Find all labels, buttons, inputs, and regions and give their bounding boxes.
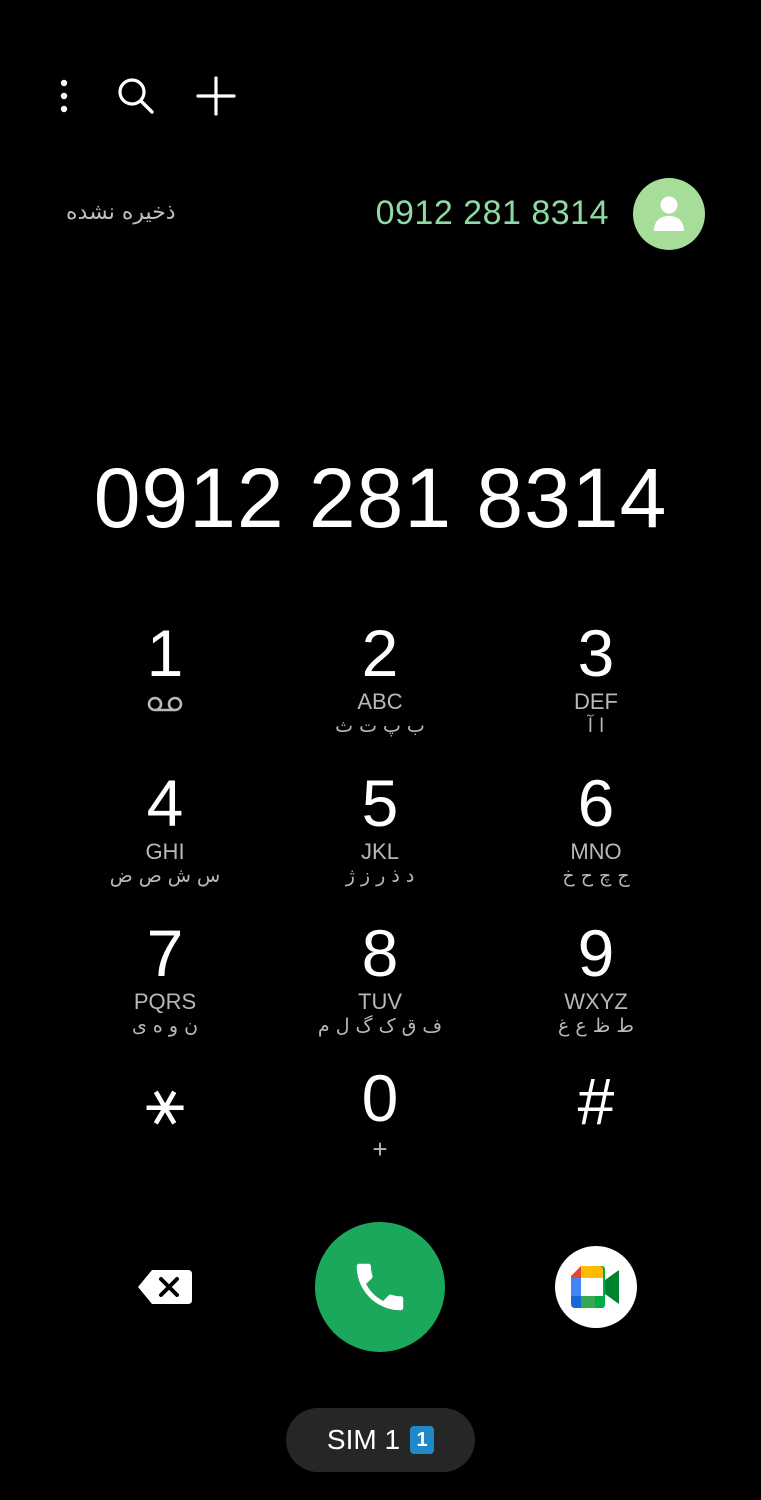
backspace-icon — [138, 1270, 192, 1304]
key-letters: GHI — [145, 839, 185, 864]
call-button[interactable] — [315, 1222, 445, 1352]
key-letters: TUV — [358, 989, 402, 1014]
key-digit: 4 — [146, 766, 184, 840]
key-letters: PQRS — [133, 989, 197, 1014]
person-icon — [654, 196, 684, 231]
add-contact-button[interactable] — [188, 68, 244, 124]
more-options-button[interactable] — [36, 68, 92, 124]
key-digit: 3 — [577, 616, 615, 690]
key-letters-fa: ن و ه ی — [131, 1015, 199, 1037]
key-digit: 9 — [577, 916, 615, 990]
key-digit: 0 — [361, 1061, 399, 1135]
key-letters: WXYZ — [564, 989, 628, 1014]
key-digit: # — [577, 1064, 615, 1138]
google-meet-icon — [571, 1266, 619, 1308]
key-letters-fa: د ذ ر ز ژ — [345, 865, 415, 887]
key-7[interactable]: 7 PQRS ن و ه ی — [65, 920, 265, 1060]
search-button[interactable] — [108, 68, 164, 124]
key-8[interactable]: 8 TUV ف ق ک گ ل م — [280, 920, 480, 1060]
key-digit: 8 — [361, 916, 399, 990]
key-letters-fa: س ش ص ض — [109, 865, 221, 887]
key-hash[interactable]: # — [496, 1068, 696, 1208]
key-digit: 1 — [146, 616, 184, 690]
key-5[interactable]: 5 JKL د ذ ر ز ژ — [280, 770, 480, 910]
key-letters: + — [372, 1134, 388, 1164]
sim-badge: 1 — [410, 1426, 435, 1454]
key-digit: ⚹ — [145, 1064, 185, 1138]
search-icon — [118, 78, 154, 114]
key-letters-fa: ج چ ح خ — [562, 865, 630, 887]
key-letters: DEF — [574, 689, 618, 714]
key-6[interactable]: 6 MNO ج چ ح خ — [496, 770, 696, 910]
key-0[interactable]: 0 + — [280, 1065, 480, 1205]
backspace-button[interactable] — [125, 1254, 205, 1320]
key-2[interactable]: 2 ABC ب پ ت ث — [280, 620, 480, 760]
dialed-number: 0912 281 8314 — [93, 451, 668, 545]
key-letters-fa: ا آ — [587, 715, 605, 737]
key-digit: 6 — [577, 766, 615, 840]
key-3[interactable]: 3 DEF ا آ — [496, 620, 696, 760]
suggested-number[interactable]: 0912 281 8314 — [376, 194, 609, 233]
key-letters: JKL — [361, 839, 399, 864]
video-call-button[interactable] — [555, 1246, 637, 1328]
sim-label: SIM 1 — [326, 1424, 401, 1455]
key-letters: ABC — [357, 689, 403, 714]
key-digit: 7 — [146, 916, 184, 990]
phone-icon — [356, 1263, 404, 1311]
key-letters: MNO — [570, 839, 622, 864]
more-vert-icon — [60, 79, 68, 113]
key-9[interactable]: 9 WXYZ ط ظ ع غ — [496, 920, 696, 1060]
key-digit: 5 — [361, 766, 399, 840]
key-4[interactable]: 4 GHI س ش ص ض — [65, 770, 265, 910]
key-star[interactable]: ⚹ — [65, 1068, 265, 1208]
key-1[interactable]: 1 — [65, 620, 265, 760]
key-digit: 2 — [361, 616, 399, 690]
key-letters-fa: ف ق ک گ ل م — [317, 1015, 443, 1037]
avatar[interactable] — [633, 178, 705, 250]
add-icon — [196, 76, 236, 116]
sim-selector[interactable]: SIM 1 1 — [286, 1408, 475, 1472]
voicemail-icon — [147, 690, 183, 718]
unsaved-label: ذخیره نشده — [66, 200, 176, 225]
key-letters-fa: ط ظ ع غ — [558, 1015, 634, 1037]
key-letters-fa: ب پ ت ث — [335, 715, 425, 737]
